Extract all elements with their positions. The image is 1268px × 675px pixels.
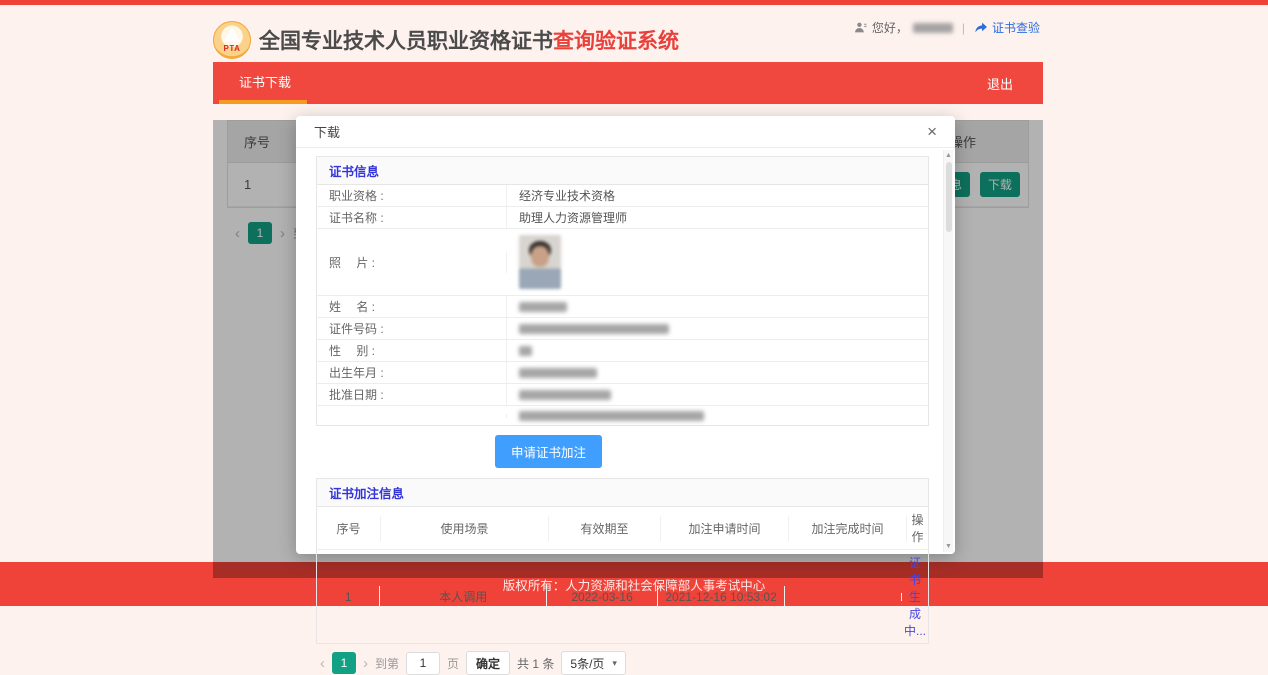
annotation-title: 证书加注信息 bbox=[317, 479, 928, 507]
field-id-number: 证件号码 : bbox=[317, 318, 928, 340]
share-arrow-icon bbox=[974, 21, 988, 34]
redacted-value bbox=[519, 302, 567, 312]
nav-tab-cert-download[interactable]: 证书下载 bbox=[213, 62, 317, 104]
prev-page-icon[interactable]: ‹ bbox=[320, 655, 325, 672]
cert-info-title: 证书信息 bbox=[317, 157, 928, 185]
annotation-section: 证书加注信息 序号 使用场景 有效期至 加注申请时间 加注完成时间 操作 1 本… bbox=[316, 478, 929, 644]
annotation-pagination: ‹ 1 › 到第 页 确定 共 1 条 5条/页 ▾ bbox=[320, 651, 929, 675]
user-name-redacted bbox=[913, 23, 953, 33]
redacted-value bbox=[519, 390, 611, 400]
total-count: 共 1 条 bbox=[517, 655, 554, 672]
field-cert-name: 证书名称 : 助理人力资源管理师 bbox=[317, 207, 928, 229]
cert-verify-link[interactable]: 证书查验 bbox=[974, 19, 1040, 36]
modal-scrollbar[interactable]: ▲ ▼ bbox=[943, 150, 953, 552]
scrollbar-thumb[interactable] bbox=[946, 162, 952, 232]
cert-info-section: 证书信息 职业资格 : 经济专业技术资格 证书名称 : 助理人力资源管理师 照 … bbox=[316, 156, 929, 426]
field-name: 姓 名 : bbox=[317, 296, 928, 318]
user-icon bbox=[854, 21, 867, 34]
redacted-value bbox=[519, 368, 597, 378]
apply-annotation-button[interactable]: 申请证书加注 bbox=[495, 435, 602, 468]
page-1-button[interactable]: 1 bbox=[332, 652, 356, 674]
modal-title: 下载 bbox=[314, 122, 340, 141]
field-gender: 性 别 : bbox=[317, 340, 928, 362]
field-extra bbox=[317, 406, 928, 425]
logo-text: PTA bbox=[224, 44, 241, 53]
brand: PTA 全国专业技术人员职业资格证书查询验证系统 bbox=[213, 21, 679, 59]
goto-page-input[interactable] bbox=[406, 652, 440, 675]
download-modal: 下载 × 证书信息 职业资格 : 经济专业技术资格 证书名称 : 助理人力资源管… bbox=[296, 116, 955, 554]
chevron-down-icon: ▾ bbox=[612, 658, 617, 669]
page-unit-label: 页 bbox=[447, 655, 459, 672]
field-approve-date: 批准日期 : bbox=[317, 384, 928, 406]
redacted-value bbox=[519, 346, 532, 356]
pta-logo-icon: PTA bbox=[213, 21, 251, 59]
page-header: PTA 全国专业技术人员职业资格证书查询验证系统 您好， | 证书查验 bbox=[0, 5, 1268, 62]
close-icon[interactable]: × bbox=[927, 123, 937, 140]
goto-label: 到第 bbox=[375, 655, 399, 672]
user-bar: 您好， | 证书查验 bbox=[854, 19, 1040, 36]
cert-generating-link[interactable]: 证书生成中... bbox=[904, 556, 926, 638]
scroll-up-icon[interactable]: ▲ bbox=[944, 152, 953, 159]
next-page-icon[interactable]: › bbox=[363, 655, 368, 672]
scroll-down-icon[interactable]: ▼ bbox=[944, 543, 953, 550]
modal-body: 证书信息 职业资格 : 经济专业技术资格 证书名称 : 助理人力资源管理师 照 … bbox=[296, 148, 955, 554]
field-photo: 照 片 : bbox=[317, 229, 928, 296]
annotation-data-row: 1 本人调用 2022-03-16 2021-12-16 10:53:02 证书… bbox=[317, 550, 928, 643]
logout-button[interactable]: 退出 bbox=[957, 74, 1043, 93]
page-title: 全国专业技术人员职业资格证书查询验证系统 bbox=[259, 25, 679, 55]
portrait-photo bbox=[519, 235, 561, 289]
field-occupation: 职业资格 : 经济专业技术资格 bbox=[317, 185, 928, 207]
modal-header: 下载 × bbox=[296, 116, 955, 148]
greeting-text: 您好， bbox=[872, 19, 908, 36]
annotation-header-row: 序号 使用场景 有效期至 加注申请时间 加注完成时间 操作 bbox=[317, 507, 928, 550]
redacted-value bbox=[519, 411, 704, 421]
page-size-select[interactable]: 5条/页 ▾ bbox=[561, 651, 626, 675]
confirm-button[interactable]: 确定 bbox=[466, 651, 510, 675]
page-title-accent: 查询验证系统 bbox=[553, 30, 679, 53]
redacted-value bbox=[519, 324, 669, 334]
main-nav: 证书下载 退出 bbox=[213, 62, 1043, 104]
field-birth: 出生年月 : bbox=[317, 362, 928, 384]
